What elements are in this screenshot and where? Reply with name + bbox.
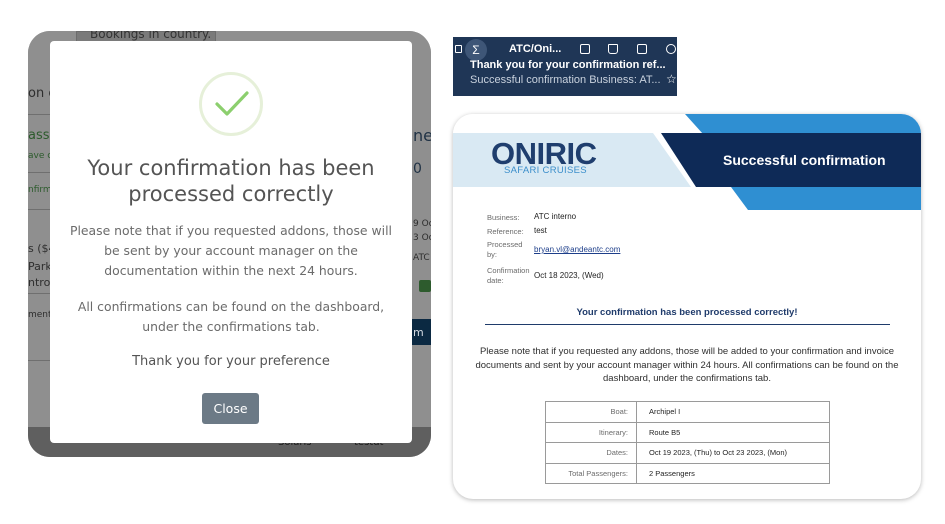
table-row: Dates: Oct 19 2023, (Thu) to Oct 23 2023,… — [545, 442, 830, 464]
clock-icon[interactable] — [666, 44, 676, 54]
confirmation-modal: Your confirmation has been processed cor… — [50, 41, 412, 443]
trip-details-table: Boat: Archipel I Itinerary: Route B5 Dates… — [545, 401, 830, 484]
logo-subtitle: SAFARI CRUISES — [504, 165, 587, 176]
bg-fragment: 3 Oc — [413, 233, 431, 243]
bg-fragment: nfirm — [28, 185, 52, 195]
table-row: Boat: Archipel I — [545, 401, 830, 423]
email-body-text: Please note that if you requested any ad… — [475, 346, 899, 384]
modal-addons-note: Please note that if you requested addons… — [70, 223, 392, 278]
bg-fragment: ment — [28, 310, 52, 320]
divider — [485, 324, 890, 325]
bg-divider — [28, 114, 50, 115]
bg-top-text: Bookings in country. — [90, 31, 212, 41]
processed-by-email-link[interactable]: bryan.vl@andeantc.com — [534, 245, 620, 254]
sender-avatar: Σ — [465, 39, 487, 61]
header-title: Successful confirmation — [723, 152, 886, 168]
app-window-with-modal: Bookings in country. on c ass ave c nfir… — [28, 31, 431, 457]
confirmation-email: ONIRIC SAFARI CRUISES Successful confirm… — [453, 114, 921, 499]
bg-fragment: 0 — [413, 161, 422, 177]
bg-divider — [28, 209, 50, 210]
bg-status-chip — [419, 280, 431, 292]
trash-icon[interactable] — [608, 44, 618, 54]
close-button[interactable]: Close — [202, 393, 259, 424]
modal-dashboard-note: All confirmations can be found on the da… — [77, 299, 385, 334]
table-row: Itinerary: Route B5 — [545, 421, 830, 443]
notification-preview: Successful confirmation Business: AT... — [470, 74, 661, 86]
bg-fragment: ne — [413, 126, 431, 145]
notification-sender: ATC/Oni... — [509, 43, 562, 55]
envelope-icon[interactable] — [637, 44, 647, 54]
success-check-icon — [199, 72, 263, 136]
bg-fragment: Park — [28, 260, 52, 273]
bg-button: m — [412, 319, 431, 345]
bg-divider — [28, 172, 50, 173]
bg-fragment: ave c — [28, 151, 53, 161]
bg-fragment: ATC — [413, 253, 430, 263]
bg-fragment: ass — [28, 128, 50, 143]
email-heading: Your confirmation has been processed cor… — [576, 307, 798, 318]
bg-divider — [28, 293, 50, 294]
bg-divider — [28, 360, 50, 361]
notification-subject: Thank you for your confirmation ref... — [470, 59, 666, 71]
checkbox-icon[interactable] — [455, 45, 462, 53]
email-notification[interactable]: Σ ATC/Oni... Thank you for your confirma… — [453, 37, 677, 96]
star-icon[interactable]: ☆ — [666, 72, 677, 86]
table-row: Total Passengers: 2 Passengers — [545, 462, 830, 484]
archive-icon[interactable] — [580, 44, 590, 54]
modal-title: Your confirmation has been processed cor… — [87, 156, 375, 206]
modal-thanks-text: Thank you for your preference — [132, 354, 330, 369]
bg-fragment: 9 Oc — [413, 219, 431, 229]
